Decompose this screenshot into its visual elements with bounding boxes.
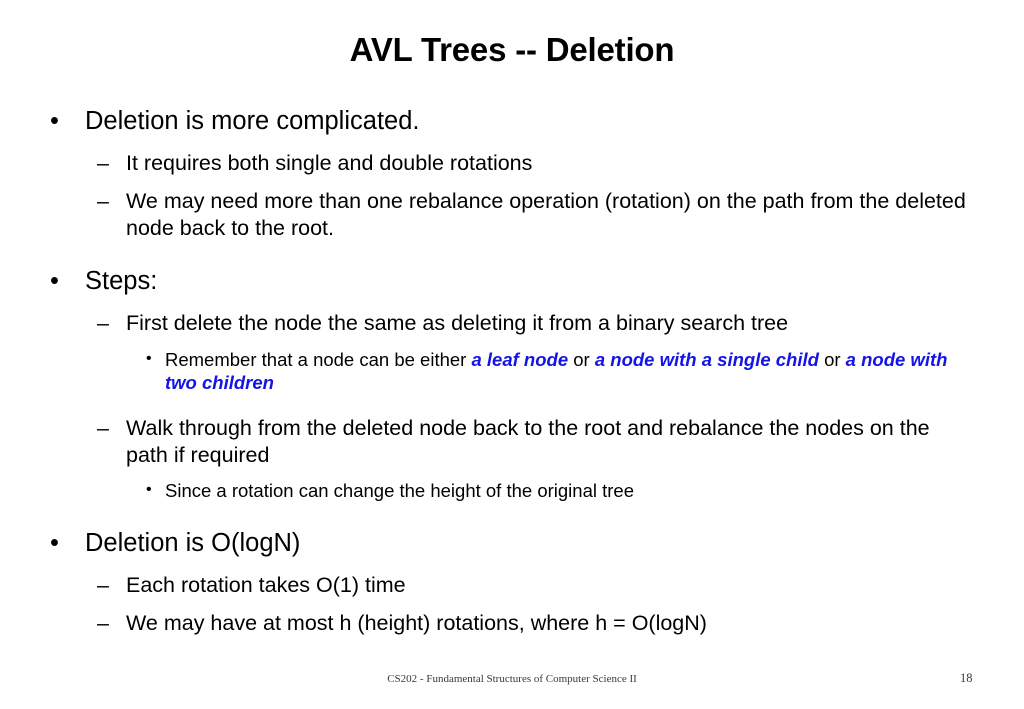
bullet-level2-text: First delete the node the same as deleti… bbox=[126, 310, 789, 335]
bullet-level2-text: We may need more than one rebalance oper… bbox=[126, 189, 966, 240]
bullet-marker-icon: • bbox=[50, 107, 59, 135]
bullet-level1-text: Steps: bbox=[85, 266, 158, 295]
node-kinds-prefix: Remember that a node can be either bbox=[165, 348, 472, 370]
slide-body: • Deletion is more complicated. – It req… bbox=[0, 106, 1024, 638]
node-kinds-conjunction-1: or bbox=[568, 348, 595, 370]
bullet-marker-icon: • bbox=[146, 349, 152, 367]
emphasis-single-child-node: a node with a single child bbox=[594, 348, 819, 370]
bullet-level3-text: Since a rotation can change the height o… bbox=[165, 479, 634, 501]
bullet-level3-rotation-changes-height: • Since a rotation can change the height… bbox=[0, 479, 1024, 504]
bullet-level2-at-most-h-rotations: – We may have at most h (height) rotatio… bbox=[0, 610, 1024, 638]
page-title: AVL Trees -- Deletion bbox=[349, 31, 675, 68]
bullet-level2-each-rotation-time: – Each rotation takes O(1) time bbox=[0, 572, 1024, 600]
bullet-level2-first-delete-node: – First delete the node the same as dele… bbox=[0, 310, 1024, 338]
dash-marker-icon: – bbox=[97, 572, 109, 597]
bullet-marker-icon: • bbox=[50, 266, 59, 295]
dash-marker-icon: – bbox=[97, 151, 109, 175]
bullet-level1-text: Deletion is O(logN) bbox=[85, 528, 301, 557]
bullet-level2-text: Each rotation takes O(1) time bbox=[126, 572, 406, 597]
bullet-level2-text: Walk through from the deleted node back … bbox=[126, 416, 930, 467]
bullet-level1-text: Deletion is more complicated. bbox=[85, 107, 420, 135]
bullet-marker-icon: • bbox=[146, 480, 152, 498]
slide-page-number: 18 bbox=[960, 671, 973, 685]
dash-marker-icon: – bbox=[97, 310, 109, 335]
bullet-level2-text: We may have at most h (height) rotations… bbox=[126, 610, 707, 635]
slide-canvas: AVL Trees -- Deletion • Deletion is more… bbox=[0, 0, 1024, 709]
dash-marker-icon: – bbox=[97, 610, 109, 635]
bullet-level2-requires-rotations: – It requires both single and double rot… bbox=[0, 150, 1024, 178]
slide-footer-course: CS202 - Fundamental Structures of Comput… bbox=[387, 673, 637, 685]
bullet-level3-node-kinds: • Remember that a node can be either a l… bbox=[0, 348, 1024, 395]
emphasis-leaf-node: a leaf node bbox=[471, 348, 569, 370]
bullet-level2-walk-through-rebalance: – Walk through from the deleted node bac… bbox=[0, 415, 1024, 469]
bullet-level2-multiple-rebalance: – We may need more than one rebalance op… bbox=[0, 188, 1024, 242]
bullet-level1-deletion-complexity: • Deletion is O(logN) bbox=[0, 528, 1024, 560]
bullet-level2-text: It requires both single and double rotat… bbox=[126, 151, 533, 175]
bullet-marker-icon: • bbox=[50, 528, 59, 557]
dash-marker-icon: – bbox=[97, 189, 109, 213]
bullet-level1-deletion-complicated: • Deletion is more complicated. bbox=[0, 106, 1024, 138]
bullet-level3-text: Remember that a node can be either a lea… bbox=[165, 349, 947, 394]
bullet-level1-steps: • Steps: bbox=[0, 266, 1024, 298]
dash-marker-icon: – bbox=[97, 416, 109, 441]
node-kinds-conjunction-2: or bbox=[818, 348, 846, 370]
